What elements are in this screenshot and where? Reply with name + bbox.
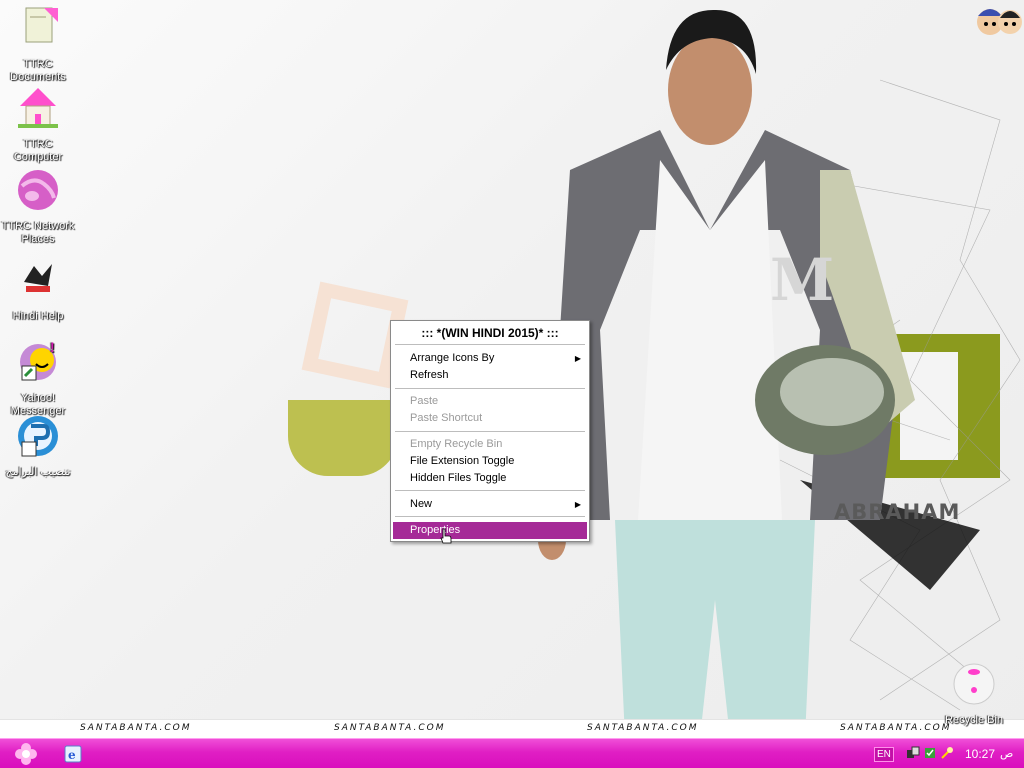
submenu-arrow-icon: ▶ xyxy=(574,500,581,509)
menu-item-paste-shortcut[interactable]: Paste Shortcut xyxy=(393,410,587,427)
menu-item-new[interactable]: New ▶ xyxy=(393,496,587,513)
folder-documents-icon xyxy=(25,7,58,43)
wallpaper-decoration xyxy=(288,400,398,476)
desktop-icon-documents[interactable]: TTRC Documents xyxy=(0,4,76,84)
installer-icon xyxy=(18,416,58,457)
desktop-icon-recycle-bin[interactable]: Recycle Bin xyxy=(936,660,1012,727)
svg-text:e: e xyxy=(68,748,76,762)
desktop-icon-label: TTRC Network Places xyxy=(1,220,75,245)
start-button[interactable] xyxy=(0,739,54,768)
menu-item-label: Paste xyxy=(410,395,439,407)
menu-item-label: Empty Recycle Bin xyxy=(410,438,503,450)
svg-text:!: ! xyxy=(50,339,55,355)
submenu-arrow-icon: ▶ xyxy=(574,354,581,363)
home-computer-icon xyxy=(18,88,58,128)
internet-explorer-icon[interactable]: e xyxy=(64,745,82,763)
desktop-icon-label: TTRC Computer xyxy=(13,138,63,163)
taskbar-clock[interactable]: 10:27 xyxy=(965,747,995,761)
magic-wand-tray-icon[interactable] xyxy=(940,746,954,760)
menu-separator xyxy=(395,431,585,432)
menu-separator xyxy=(395,490,585,491)
menu-separator xyxy=(395,388,585,389)
menu-separator xyxy=(395,516,585,517)
menu-item-label: Arrange Icons By xyxy=(410,352,495,364)
network-tray-icon[interactable] xyxy=(906,746,920,760)
desktop-icon-label: TTRC Documents xyxy=(10,58,66,83)
menu-item-label: New xyxy=(410,498,433,510)
desktop-icon-computer[interactable]: TTRC Computer xyxy=(0,84,76,164)
watermark-text: SANTABANTA.COM xyxy=(80,723,192,733)
watermark-strip: SANTABANTA.COM SANTABANTA.COM SANTABANTA… xyxy=(0,719,1024,738)
svg-text:M: M xyxy=(770,246,834,314)
desktop-icon-network[interactable]: TTRC Network Places xyxy=(0,166,76,246)
flower-icon xyxy=(15,743,37,765)
menu-item-label: Hidden Files Toggle xyxy=(410,472,507,484)
language-indicator[interactable]: EN xyxy=(874,747,894,762)
desktop-icon-hindi-help[interactable]: Hindi Help xyxy=(0,256,76,323)
clock-period: ص xyxy=(1000,748,1014,760)
desktop-icon-label: تنصيب البرامج xyxy=(5,466,71,478)
context-menu-title: ::: *(WIN HINDI 2015)* ::: xyxy=(421,326,559,340)
menu-item-hidden-files-toggle[interactable]: Hidden Files Toggle xyxy=(393,470,587,487)
watermark-text: SANTABANTA.COM xyxy=(840,723,952,733)
menu-item-file-extension-toggle[interactable]: File Extension Toggle xyxy=(393,453,587,470)
menu-item-paste[interactable]: Paste xyxy=(393,393,587,410)
security-tray-icon[interactable] xyxy=(923,746,937,760)
watermark-text: SANTABANTA.COM xyxy=(334,723,446,733)
menu-item-refresh[interactable]: Refresh xyxy=(393,367,587,384)
system-tray: EN 10:27 ص xyxy=(868,739,1024,768)
menu-item-label: File Extension Toggle xyxy=(410,455,515,467)
desktop-context-menu: ::: *(WIN HINDI 2015)* ::: Arrange Icons… xyxy=(390,320,590,542)
menu-item-label: Paste Shortcut xyxy=(410,412,483,424)
messenger-icon: ! xyxy=(20,339,56,381)
desktop-icon-label: Recycle Bin xyxy=(944,714,1004,726)
menu-item-arrange-icons[interactable]: Arrange Icons By ▶ xyxy=(393,350,587,367)
menu-item-label: Refresh xyxy=(410,369,449,381)
globe-network-icon xyxy=(18,170,58,210)
desktop-icon-install-programs[interactable]: تنصيب البرامج xyxy=(0,412,76,479)
user-avatar-icon[interactable] xyxy=(976,2,1022,38)
watermark-text: SANTABANTA.COM xyxy=(587,723,699,733)
taskbar: e EN 10:27 ص xyxy=(0,738,1024,768)
menu-separator xyxy=(395,344,585,345)
menu-item-empty-recycle-bin[interactable]: Empty Recycle Bin xyxy=(393,436,587,453)
menu-item-label: Properties xyxy=(410,524,461,536)
menu-item-properties[interactable]: Properties xyxy=(393,522,587,539)
desktop-icon-yahoo-messenger[interactable]: ! Yahoo! Messenger xyxy=(0,338,76,418)
desktop-icon-label: Hindi Help xyxy=(12,310,64,322)
hand-cursor-icon xyxy=(440,528,452,544)
help-icon xyxy=(24,264,52,292)
recycle-bin-icon xyxy=(953,663,995,705)
wallpaper-text: ABRAHAM xyxy=(834,500,961,524)
